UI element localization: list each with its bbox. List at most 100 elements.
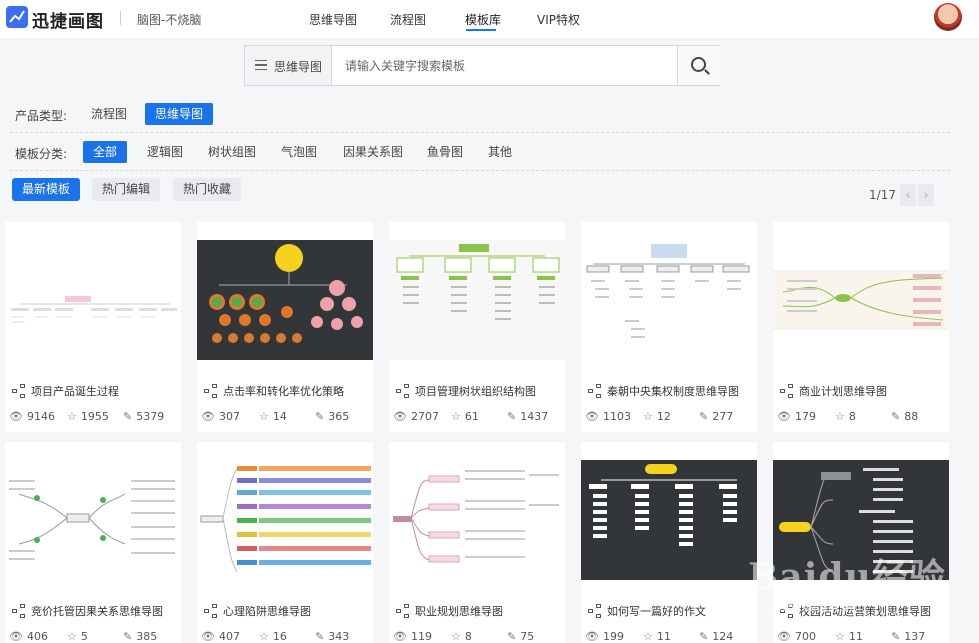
mindmap-icon bbox=[12, 604, 27, 618]
next-page-button[interactable]: › bbox=[918, 184, 934, 206]
template-thumbnail[interactable] bbox=[389, 460, 565, 580]
template-card[interactable]: 如何写一篇好的作文 👁 199 ☆ 11 ✎ 124 bbox=[581, 442, 757, 643]
template-title[interactable]: 心理陷阱思维导图 bbox=[223, 603, 311, 619]
template-title[interactable]: 如何写一篇好的作文 bbox=[607, 603, 706, 619]
view-count: 👁 700 bbox=[777, 630, 816, 643]
star-icon: ☆ bbox=[835, 410, 845, 423]
edit-count: ✎ 365 bbox=[315, 410, 350, 423]
edit-icon: ✎ bbox=[315, 410, 325, 423]
template-title[interactable]: 竞价托管因果关系思维导图 bbox=[31, 603, 163, 619]
category-bubble[interactable]: 气泡图 bbox=[275, 141, 323, 163]
edit-icon: ✎ bbox=[699, 630, 709, 643]
search-icon bbox=[691, 57, 706, 72]
prev-page-button[interactable]: ‹ bbox=[900, 184, 916, 206]
star-icon: ☆ bbox=[67, 630, 77, 643]
template-title[interactable]: 商业计划思维导图 bbox=[799, 383, 887, 399]
template-card[interactable]: 竞价托管因果关系思维导图 👁 406 ☆ 5 ✎ 385 bbox=[5, 442, 181, 643]
template-thumbnail[interactable] bbox=[773, 240, 949, 360]
eye-icon: 👁 bbox=[393, 630, 407, 643]
category-all[interactable]: 全部 bbox=[83, 141, 128, 163]
template-thumbnail[interactable] bbox=[5, 460, 181, 580]
template-card[interactable]: 职业规划思维导图 👁 119 ☆ 8 ✎ 75 bbox=[389, 442, 565, 643]
search-type-label: 思维导图 bbox=[274, 60, 323, 74]
view-count: 👁 407 bbox=[201, 630, 240, 643]
logo-icon[interactable] bbox=[6, 6, 28, 28]
view-count: 👁 2707 bbox=[393, 410, 439, 423]
sort-hot-fav[interactable]: 热门收藏 bbox=[173, 178, 242, 201]
star-icon: ☆ bbox=[451, 630, 461, 643]
mindmap-icon bbox=[396, 384, 411, 398]
nav-flowchart[interactable]: 流程图 bbox=[390, 11, 426, 28]
template-title[interactable]: 项目产品诞生过程 bbox=[31, 383, 119, 399]
eye-icon: 👁 bbox=[777, 410, 791, 423]
edit-count: ✎ 137 bbox=[891, 630, 926, 643]
fav-count: ☆ 5 bbox=[67, 630, 88, 643]
edit-count: ✎ 124 bbox=[699, 630, 734, 643]
edit-count: ✎ 1437 bbox=[507, 410, 549, 423]
template-thumbnail[interactable] bbox=[197, 240, 373, 360]
avatar[interactable] bbox=[934, 3, 962, 31]
product-mindmap[interactable]: 思维导图 bbox=[145, 103, 214, 125]
template-thumbnail[interactable] bbox=[389, 240, 565, 360]
star-icon: ☆ bbox=[643, 410, 653, 423]
view-count: 👁 119 bbox=[393, 630, 432, 643]
category-label: 模板分类: bbox=[15, 147, 68, 161]
fav-count: ☆ 12 bbox=[643, 410, 671, 423]
logo-text[interactable]: 迅捷画图 bbox=[32, 7, 104, 32]
menu-icon bbox=[255, 60, 267, 70]
fav-count: ☆ 11 bbox=[835, 630, 863, 643]
star-icon: ☆ bbox=[835, 630, 845, 643]
nav-vip[interactable]: VIP特权 bbox=[537, 11, 580, 28]
edit-icon: ✎ bbox=[123, 410, 133, 423]
search-input[interactable] bbox=[333, 46, 677, 85]
template-card[interactable]: 项目产品诞生过程 👁 9146 ☆ 1955 ✎ 5379 bbox=[5, 222, 181, 432]
mindmap-icon bbox=[588, 384, 603, 398]
edit-icon: ✎ bbox=[315, 630, 325, 643]
nav-templates[interactable]: 模板库 bbox=[465, 11, 501, 28]
template-title[interactable]: 项目管理树状组织结构图 bbox=[415, 383, 536, 399]
category-logic[interactable]: 逻辑图 bbox=[141, 141, 189, 163]
template-thumbnail[interactable] bbox=[197, 460, 373, 580]
product-flowchart[interactable]: 流程图 bbox=[85, 103, 133, 125]
divider bbox=[10, 170, 950, 171]
sort-hot-edit[interactable]: 热门编辑 bbox=[92, 178, 161, 201]
category-fishbone[interactable]: 鱼骨图 bbox=[421, 141, 469, 163]
search-button[interactable] bbox=[677, 46, 721, 85]
edit-icon: ✎ bbox=[891, 410, 901, 423]
template-title[interactable]: 秦朝中央集权制度思维导图 bbox=[607, 383, 739, 399]
nav-mindmap[interactable]: 思维导图 bbox=[309, 11, 357, 28]
star-icon: ☆ bbox=[643, 630, 653, 643]
edit-count: ✎ 385 bbox=[123, 630, 158, 643]
template-thumbnail[interactable] bbox=[5, 240, 181, 360]
category-tree[interactable]: 树状组图 bbox=[202, 141, 262, 163]
search-type-select[interactable]: 思维导图 bbox=[245, 46, 332, 85]
eye-icon: 👁 bbox=[201, 630, 215, 643]
eye-icon: 👁 bbox=[777, 630, 791, 643]
category-other[interactable]: 其他 bbox=[482, 141, 518, 163]
template-card[interactable]: 点击率和转化率优化策略 👁 307 ☆ 14 ✎ 365 bbox=[197, 222, 373, 432]
eye-icon: 👁 bbox=[9, 410, 23, 423]
edit-count: ✎ 5379 bbox=[123, 410, 165, 423]
view-count: 👁 179 bbox=[777, 410, 816, 423]
template-card[interactable]: 心理陷阱思维导图 👁 407 ☆ 16 ✎ 343 bbox=[197, 442, 373, 643]
sort-newest[interactable]: 最新模板 bbox=[12, 178, 81, 201]
mindmap-icon bbox=[588, 604, 603, 618]
template-title[interactable]: 职业规划思维导图 bbox=[415, 603, 503, 619]
top-bar: 迅捷画图 脑图-不烧脑 思维导图 流程图 模板库 VIP特权 bbox=[0, 0, 979, 38]
slogan: 脑图-不烧脑 bbox=[137, 13, 202, 27]
fav-count: ☆ 14 bbox=[259, 410, 287, 423]
star-icon: ☆ bbox=[259, 630, 269, 643]
template-thumbnail[interactable] bbox=[581, 240, 757, 360]
fav-count: ☆ 16 bbox=[259, 630, 287, 643]
template-card[interactable]: 项目管理树状组织结构图 👁 2707 ☆ 61 ✎ 1437 bbox=[389, 222, 565, 432]
eye-icon: 👁 bbox=[393, 410, 407, 423]
category-cause-effect[interactable]: 因果关系图 bbox=[337, 141, 409, 163]
template-thumbnail[interactable] bbox=[581, 460, 757, 580]
page-indicator: 1/17 bbox=[869, 188, 896, 202]
eye-icon: 👁 bbox=[201, 410, 215, 423]
template-title[interactable]: 点击率和转化率优化策略 bbox=[223, 383, 344, 399]
template-card[interactable]: 秦朝中央集权制度思维导图 👁 1103 ☆ 12 ✎ 277 bbox=[581, 222, 757, 432]
edit-icon: ✎ bbox=[507, 410, 517, 423]
mindmap-icon bbox=[204, 604, 219, 618]
template-card[interactable]: 商业计划思维导图 👁 179 ☆ 8 ✎ 88 bbox=[773, 222, 949, 432]
